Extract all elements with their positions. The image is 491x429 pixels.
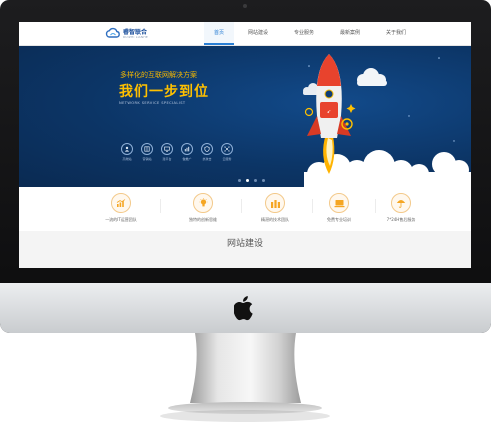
feature-item-tech-team[interactable]: 精湛的技术团队: [245, 193, 305, 223]
banner-headline-big: 我们一步到位: [119, 84, 209, 100]
banner-item-book[interactable]: 营销站: [139, 143, 155, 161]
banner-item-network[interactable]: 云服务: [219, 143, 235, 161]
banner-item-label: 建平台: [162, 157, 172, 161]
feature-item-support[interactable]: 7*24H售后服务: [371, 193, 431, 223]
banner-icon-row: 高端站 营销站 建平台 做推广 抗攻击 云服务: [119, 143, 239, 169]
feature-label: 一流的IT运营团队: [105, 217, 137, 222]
shield-icon: [201, 143, 213, 155]
feature-label: 免费专业培训: [327, 217, 351, 222]
banner-item-label: 云服务: [222, 157, 232, 161]
feature-label: 独特的创新思维: [189, 217, 217, 222]
banner-item-label: 抗攻击: [202, 157, 212, 161]
site-logo[interactable]: 睿智联合 RUIZHI LIANHE: [105, 26, 165, 42]
laptop-icon: [329, 193, 349, 213]
website-building-section: 网站建设: [19, 231, 471, 268]
apple-logo-icon: [234, 296, 253, 321]
nav-item-website-building[interactable]: 网站建设: [236, 22, 280, 45]
slide-dot[interactable]: [262, 179, 265, 182]
banner-item-monitor[interactable]: 建平台: [159, 143, 175, 161]
banner-item-shield[interactable]: 抗攻击: [199, 143, 215, 161]
features-strip: 一流的IT运营团队 独特的创新思维 精湛的技术团队 免费专业培训 7*24H售后…: [19, 187, 471, 232]
cloud-logo-icon: [105, 27, 120, 38]
monitor-icon: [161, 143, 173, 155]
chart-icon: [181, 143, 193, 155]
nav-item-home[interactable]: 首页: [204, 22, 234, 45]
section-title: 网站建设: [226, 239, 263, 249]
site-header: 睿智联合 RUIZHI LIANHE 首页 网站建设 专业服务 最新案例 关于我…: [19, 22, 471, 46]
book-icon: [141, 143, 153, 155]
user-icon: [121, 143, 133, 155]
imac-stand: [190, 333, 301, 403]
hero-banner[interactable]: 多样化的互联网解决方案 我们一步到位 NETWORK SERVICE SPECI…: [19, 46, 471, 187]
feature-item-training[interactable]: 免费专业培训: [309, 193, 369, 223]
banner-item-user[interactable]: 高端站: [119, 143, 135, 161]
banner-item-chart[interactable]: 做推广: [179, 143, 195, 161]
nav-item-services[interactable]: 专业服务: [282, 22, 326, 45]
nav-item-cases[interactable]: 最新案例: [328, 22, 372, 45]
slide-dot[interactable]: [254, 179, 257, 182]
growth-chart-icon: [111, 193, 131, 213]
stand-shadow: [160, 410, 330, 422]
divider: [160, 199, 161, 213]
feature-label: 精湛的技术团队: [261, 217, 289, 222]
feature-item-innovation[interactable]: 独特的创新思维: [173, 193, 233, 223]
banner-subtitle: NETWORK SERVICE SPECIALIST: [119, 101, 186, 105]
camera-icon: [243, 4, 247, 8]
nav-item-about[interactable]: 关于我们: [374, 22, 418, 45]
slide-dot[interactable]: [238, 179, 241, 182]
svg-text:➹: ➹: [327, 109, 331, 115]
banner-headline-small: 多样化的互联网解决方案: [120, 71, 197, 79]
team-icon: [265, 193, 285, 213]
lightbulb-icon: [193, 193, 213, 213]
feature-label: 7*24H售后服务: [386, 217, 416, 222]
divider: [241, 199, 242, 213]
rocket-illustration: ➹: [303, 54, 471, 187]
logo-tagline: RUIZHI LIANHE: [123, 35, 148, 39]
banner-item-label: 做推广: [182, 157, 192, 161]
screen: 睿智联合 RUIZHI LIANHE 首页 网站建设 专业服务 最新案例 关于我…: [19, 22, 471, 268]
feature-item-ops-team[interactable]: 一流的IT运营团队: [91, 193, 151, 223]
umbrella-icon: [391, 193, 411, 213]
network-icon: [221, 143, 233, 155]
banner-item-label: 高端站: [122, 157, 132, 161]
banner-item-label: 营销站: [142, 157, 152, 161]
slide-dot-active[interactable]: [246, 179, 249, 182]
